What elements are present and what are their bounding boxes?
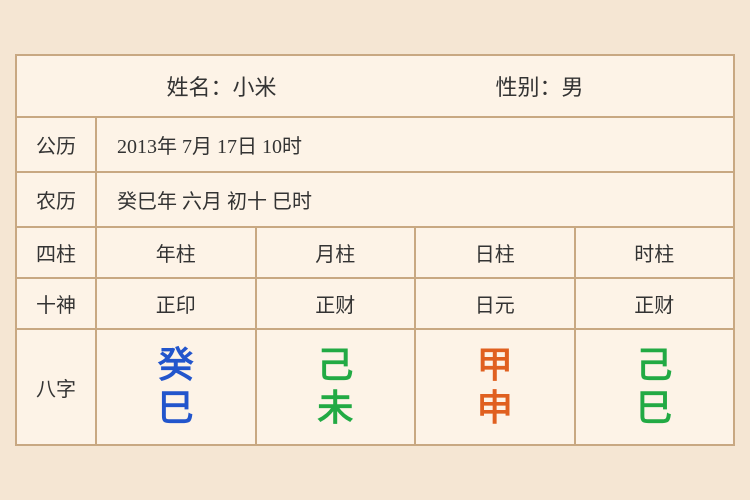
shishen-col-1: 正财 [257, 279, 417, 328]
sizhu-row: 四柱 年柱 月柱 日柱 时柱 [17, 228, 733, 279]
shishen-col-2: 日元 [416, 279, 576, 328]
shishen-row: 十神 正印 正财 日元 正财 [17, 279, 733, 330]
bazhi-col-2-bottom: 申 [477, 387, 513, 430]
main-container: 姓名：小米 性别：男 公历 2013年 7月 17日 10时 农历 癸巳年 六月… [15, 54, 735, 446]
sizhu-col-0: 年柱 [97, 228, 257, 277]
name-label: 姓名：小米 [166, 70, 276, 102]
bazhi-col-0-top: 癸 [158, 344, 194, 387]
lunar-label: 农历 [17, 173, 97, 226]
sizhu-col-3: 时柱 [576, 228, 734, 277]
sizhu-col-1: 月柱 [257, 228, 417, 277]
bazhi-col-1: 己 未 [257, 330, 417, 444]
solar-row: 公历 2013年 7月 17日 10时 [17, 118, 733, 173]
shishen-label: 十神 [17, 279, 97, 328]
bazhi-col-2-top: 甲 [477, 344, 513, 387]
shishen-col-0: 正印 [97, 279, 257, 328]
bazhi-col-1-bottom: 未 [317, 387, 353, 430]
bazhi-col-2: 甲 申 [416, 330, 576, 444]
bazhi-col-3-top: 己 [636, 344, 672, 387]
lunar-row: 农历 癸巳年 六月 初十 巳时 [17, 173, 733, 228]
bazhi-col-0: 癸 巳 [97, 330, 257, 444]
bazhi-row: 八字 癸 巳 己 未 甲 申 己 巳 [17, 330, 733, 444]
bazhi-label: 八字 [17, 330, 97, 444]
sizhu-col-2: 日柱 [416, 228, 576, 277]
header-row: 姓名：小米 性别：男 [17, 56, 733, 118]
bazhi-col-0-bottom: 巳 [158, 387, 194, 430]
lunar-value: 癸巳年 六月 初十 巳时 [97, 173, 733, 226]
bazhi-col-3: 己 巳 [576, 330, 734, 444]
solar-label: 公历 [17, 118, 97, 171]
gender-label: 性别：男 [495, 70, 583, 102]
shishen-col-3: 正财 [576, 279, 734, 328]
bazhi-col-3-bottom: 巳 [636, 387, 672, 430]
sizhu-label: 四柱 [17, 228, 97, 277]
solar-value: 2013年 7月 17日 10时 [97, 118, 733, 171]
bazhi-col-1-top: 己 [317, 344, 353, 387]
